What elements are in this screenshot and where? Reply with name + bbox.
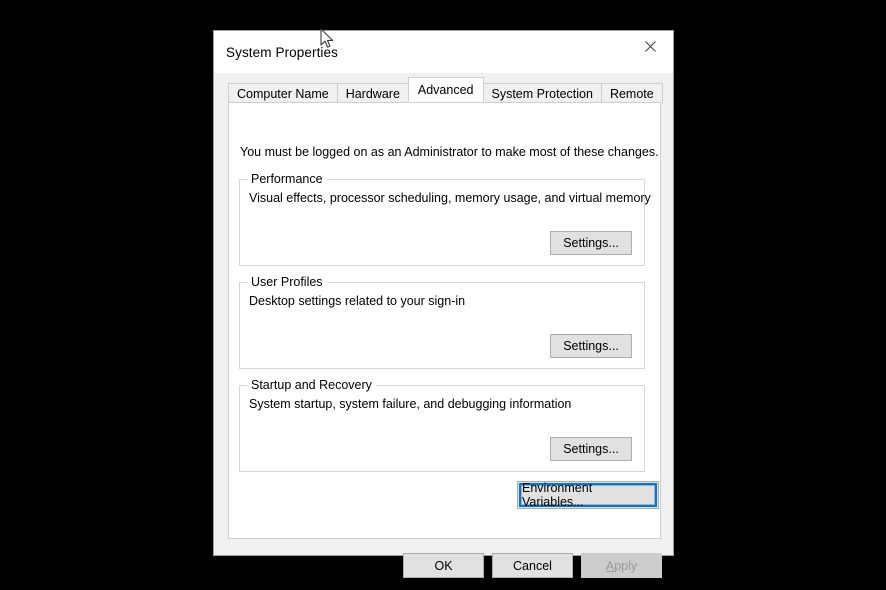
performance-group-description: Visual effects, processor scheduling, me… — [249, 191, 651, 205]
dialog-titlebar: System Properties — [214, 31, 673, 73]
apply-button: Apply — [581, 553, 662, 578]
tab-strip: Computer Name Hardware Advanced System P… — [228, 77, 663, 104]
environment-variables-button[interactable]: Environment Variables... — [517, 481, 659, 509]
desktop-background: System Properties Computer Name Hardware… — [0, 0, 886, 590]
ok-button[interactable]: OK — [403, 553, 484, 578]
environment-variables-button-label: Environment Variables... — [521, 481, 655, 509]
tab-computer-name[interactable]: Computer Name — [228, 83, 338, 104]
close-icon[interactable] — [627, 31, 673, 62]
user-profiles-settings-button[interactable]: Settings... — [550, 334, 632, 358]
cancel-button[interactable]: Cancel — [492, 553, 573, 578]
system-properties-dialog: System Properties Computer Name Hardware… — [213, 30, 674, 578]
performance-settings-button[interactable]: Settings... — [550, 231, 632, 255]
user-profiles-group-legend: User Profiles — [247, 275, 327, 289]
startup-recovery-settings-button[interactable]: Settings... — [550, 437, 632, 461]
startup-recovery-group-legend: Startup and Recovery — [247, 378, 376, 392]
apply-accelerator: A — [605, 558, 615, 573]
user-profiles-group-description: Desktop settings related to your sign-in — [249, 294, 466, 308]
tab-remote[interactable]: Remote — [600, 83, 663, 104]
advanced-tab-panel: You must be logged on as an Administrato… — [228, 102, 661, 539]
administrator-note: You must be logged on as an Administrato… — [240, 145, 659, 159]
performance-group-legend: Performance — [247, 172, 327, 186]
startup-recovery-group-description: System startup, system failure, and debu… — [249, 397, 572, 411]
tab-hardware[interactable]: Hardware — [336, 83, 409, 104]
startup-recovery-group: Startup and Recovery System startup, sys… — [239, 378, 645, 472]
performance-group: Performance Visual effects, processor sc… — [239, 172, 651, 266]
dialog-title: System Properties — [226, 45, 338, 60]
tab-advanced[interactable]: Advanced — [407, 77, 484, 102]
user-profiles-group: User Profiles Desktop settings related t… — [239, 275, 645, 369]
dialog-footer: OK Cancel Apply — [214, 539, 673, 587]
apply-label-rest: pply — [614, 558, 638, 573]
tab-system-protection[interactable]: System Protection — [482, 83, 602, 104]
